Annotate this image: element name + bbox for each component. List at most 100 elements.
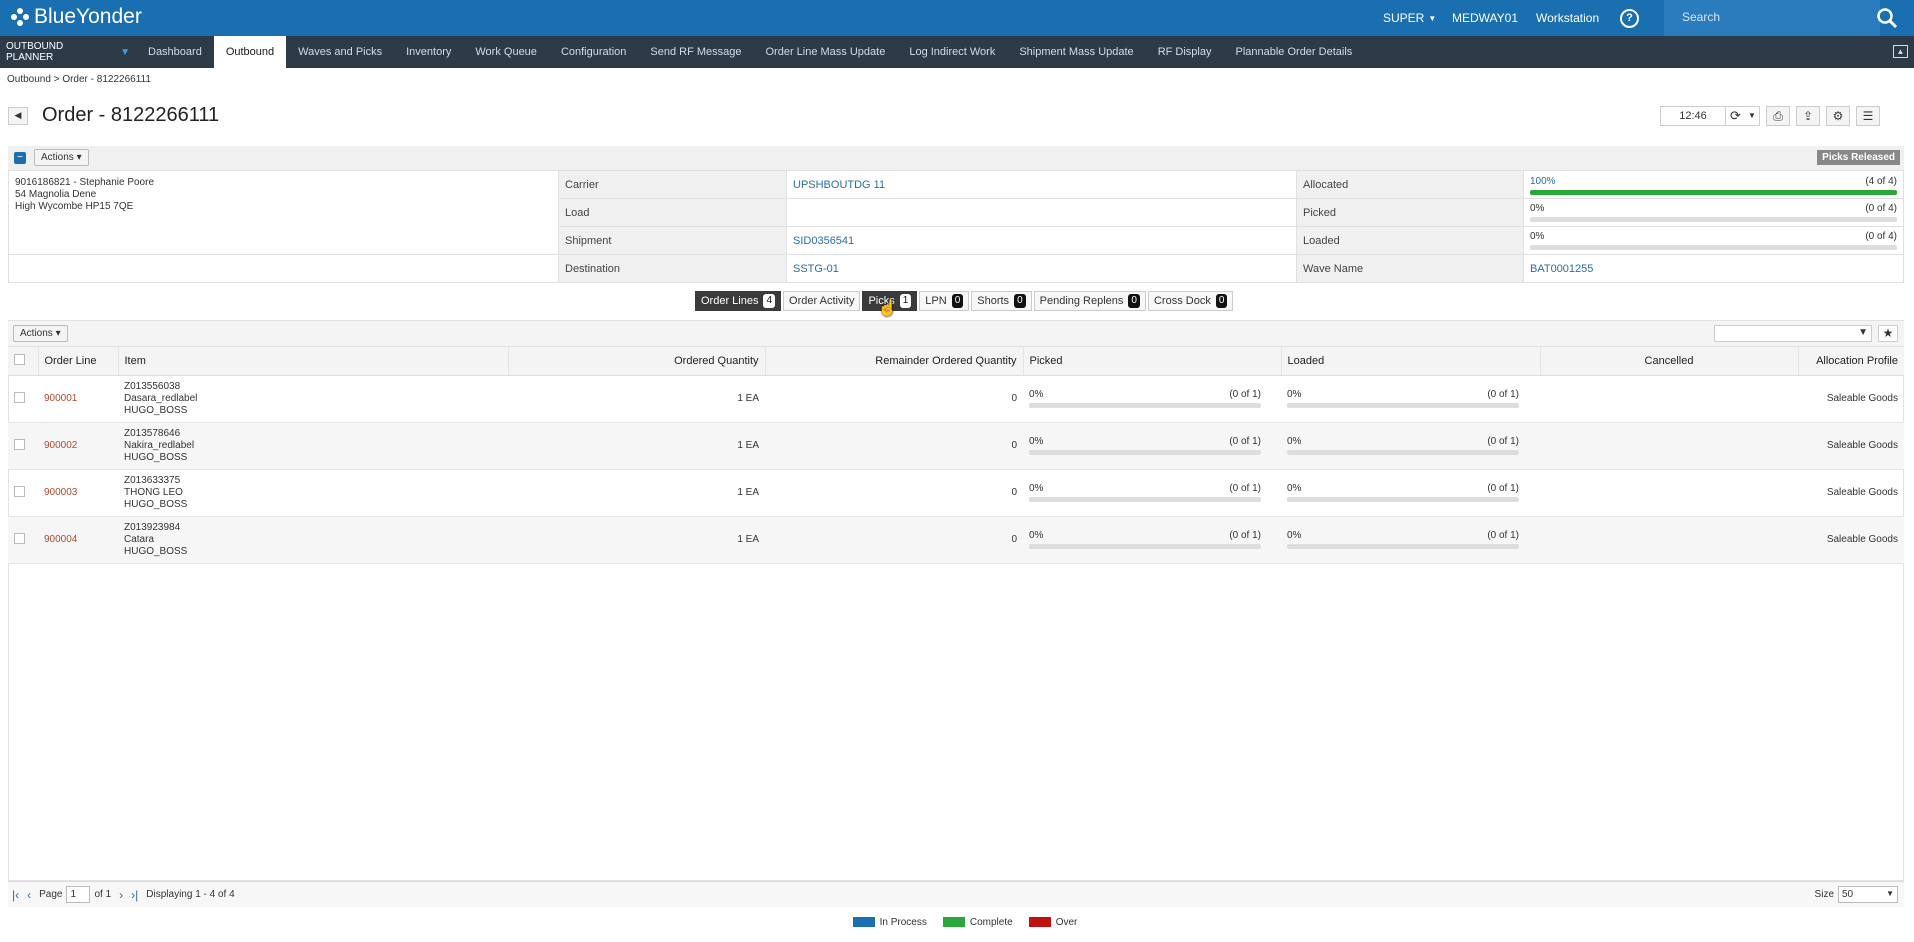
layout-icon[interactable]: ☰ <box>1856 106 1880 126</box>
search-input[interactable]: Search <box>1664 0 1880 36</box>
select-all-header[interactable] <box>8 347 39 376</box>
order-line-link[interactable]: 900004 <box>44 534 77 545</box>
star-icon[interactable]: ★ <box>1878 325 1898 342</box>
table-row[interactable]: 900001 Z013556038 Dasara_redlabel HUGO_BOSS… <box>8 375 1904 423</box>
tab-shorts[interactable]: Shorts 0 <box>971 291 1032 311</box>
table-row[interactable]: 900004 Z013923984 Catara HUGO_BOSS 1 EA 0 0% (0… <box>8 516 1904 564</box>
column-remainder-quantity[interactable]: Remainder Ordered Quantity <box>765 347 1024 376</box>
column-cancelled[interactable]: Cancelled <box>1540 347 1799 376</box>
page-size-select[interactable]: 50 ▼ <box>1838 886 1898 903</box>
tab-cross-dock[interactable]: Cross Dock 0 <box>1147 291 1234 311</box>
back-icon[interactable]: ◀ <box>8 106 28 125</box>
tab-inventory[interactable]: Inventory <box>394 36 463 68</box>
row-checkbox[interactable] <box>14 532 25 544</box>
tab-order-line-mass-update[interactable]: Order Line Mass Update <box>753 36 897 68</box>
table-row[interactable]: 900003 Z013633375 THONG LEO HUGO_BOSS 1 EA 0 0… <box>8 469 1904 517</box>
brand-logo[interactable]: BlueYonder <box>10 5 142 29</box>
chevron-down-icon[interactable]: ▼ <box>1745 107 1759 125</box>
column-item[interactable]: Item <box>118 347 509 376</box>
picked-percent: 0% <box>1029 530 1044 541</box>
grid-actions-button[interactable]: Actions ▾ <box>13 325 68 342</box>
row-select-cell[interactable] <box>8 422 38 470</box>
last-page-icon[interactable]: ›| <box>131 888 138 902</box>
tab-count-badge: 1 <box>899 294 912 308</box>
tab-order-lines[interactable]: Order Lines 4 <box>695 291 782 311</box>
loaded-progress: 0% (0 of 1) <box>1281 469 1540 517</box>
user-menu[interactable]: SUPER ▼ <box>1383 0 1436 36</box>
picked-count: (0 of 1) <box>1229 530 1261 541</box>
warehouse-name[interactable]: MEDWAY01 <box>1452 0 1518 36</box>
tab-picks[interactable]: Picks 1 ☝ <box>862 291 918 317</box>
legend-swatch <box>942 917 965 927</box>
tab-lpn[interactable]: LPN 0 <box>919 291 970 311</box>
ordered-quantity: 1 EA <box>508 422 765 470</box>
print-icon[interactable]: ⎙ <box>1766 106 1790 126</box>
row-checkbox[interactable] <box>14 438 25 450</box>
tab-work-queue[interactable]: Work Queue <box>463 36 549 68</box>
tab-outbound[interactable]: Outbound <box>213 36 287 68</box>
filter-icon[interactable]: ▼ <box>1858 327 1868 338</box>
actions-label: Actions <box>41 152 74 163</box>
workstation-link[interactable]: Workstation <box>1536 0 1599 36</box>
row-select-cell[interactable] <box>8 516 38 564</box>
picked-bar <box>1029 403 1261 408</box>
wave-name-link[interactable]: BAT0001255 <box>1523 254 1904 283</box>
row-checkbox[interactable] <box>14 485 25 497</box>
column-ordered-quantity[interactable]: Ordered Quantity <box>508 347 766 376</box>
loaded-bar <box>1530 245 1897 250</box>
tab-plannable-order-details[interactable]: Plannable Order Details <box>1223 36 1364 68</box>
tab-log-indirect-work[interactable]: Log Indirect Work <box>897 36 1007 68</box>
next-page-icon[interactable]: › <box>119 888 123 902</box>
pager: |‹ ‹ Page 1 of 1 › ›| Displaying 1 - 4 o… <box>8 881 1904 907</box>
column-order-line[interactable]: Order Line <box>38 347 119 376</box>
row-select-cell[interactable] <box>8 469 38 517</box>
order-line-link[interactable]: 900001 <box>44 393 77 404</box>
table-row[interactable]: 900002 Z013578646 Nakira_redlabel HUGO_BOSS… <box>8 422 1904 470</box>
header-actions-button[interactable]: Actions ▾ <box>34 149 89 166</box>
picked-bar <box>1029 450 1261 455</box>
allocated-progress: 100% (4 of 4) <box>1523 170 1904 199</box>
column-allocation-profile[interactable]: Allocation Profile <box>1798 347 1904 376</box>
row-checkbox[interactable] <box>14 391 25 403</box>
planner-selector[interactable]: OUTBOUND PLANNER ▼ <box>0 36 136 68</box>
item-cell: Z013633375 THONG LEO HUGO_BOSS <box>118 469 508 517</box>
user-name: SUPER <box>1383 11 1425 25</box>
select-all-checkbox[interactable] <box>14 353 25 365</box>
collapse-menu-icon[interactable]: ▲ <box>1893 45 1908 58</box>
refresh-icon[interactable]: ⟳ <box>1725 107 1745 125</box>
gear-icon[interactable]: ⚙ <box>1826 106 1850 126</box>
order-line-link[interactable]: 900003 <box>44 487 77 498</box>
tab-send-rf-message[interactable]: Send RF Message <box>638 36 753 68</box>
size-label: Size <box>1814 889 1834 900</box>
picked-progress: 0% (0 of 1) <box>1023 516 1281 564</box>
item-cell: Z013556038 Dasara_redlabel HUGO_BOSS <box>118 375 508 423</box>
export-icon[interactable]: ⇪ <box>1796 106 1820 126</box>
loaded-percent: 0% <box>1530 231 1545 242</box>
prev-page-icon[interactable]: ‹ <box>27 888 31 902</box>
legend-label: Complete <box>969 916 1013 928</box>
tab-rf-display[interactable]: RF Display <box>1146 36 1224 68</box>
order-line-link[interactable]: 900002 <box>44 440 77 451</box>
grid-filter-input[interactable]: ▼ <box>1714 325 1872 342</box>
first-page-icon[interactable]: |‹ <box>12 888 19 902</box>
tab-order-activity[interactable]: Order Activity <box>783 291 861 311</box>
tab-configuration[interactable]: Configuration <box>549 36 638 68</box>
tab-pending-replens[interactable]: Pending Replens 0 <box>1033 291 1146 311</box>
tab-count-badge: 0 <box>951 294 964 308</box>
grid-toolbar: Actions ▾ ▼ ★ <box>8 320 1904 346</box>
page-input[interactable]: 1 <box>66 886 91 903</box>
picked-progress: 0% (0 of 1) <box>1023 422 1281 470</box>
breadcrumb: Outbound > Order - 8122266111 <box>7 74 151 85</box>
tab-waves-and-picks[interactable]: Waves and Picks <box>286 36 394 68</box>
item-description: Catara <box>124 533 155 545</box>
tab-dashboard[interactable]: Dashboard <box>136 36 214 68</box>
address-line: High Wycombe HP15 7QE <box>15 201 134 212</box>
help-icon[interactable]: ? <box>1620 0 1639 36</box>
search-icon[interactable] <box>1876 0 1898 36</box>
tab-shipment-mass-update[interactable]: Shipment Mass Update <box>1007 36 1145 68</box>
column-picked[interactable]: Picked <box>1023 347 1282 376</box>
collapse-panel-icon[interactable]: − <box>14 152 26 164</box>
row-select-cell[interactable] <box>8 375 38 423</box>
shipment-link[interactable]: SID0356541 <box>786 226 1297 255</box>
column-loaded[interactable]: Loaded <box>1281 347 1541 376</box>
